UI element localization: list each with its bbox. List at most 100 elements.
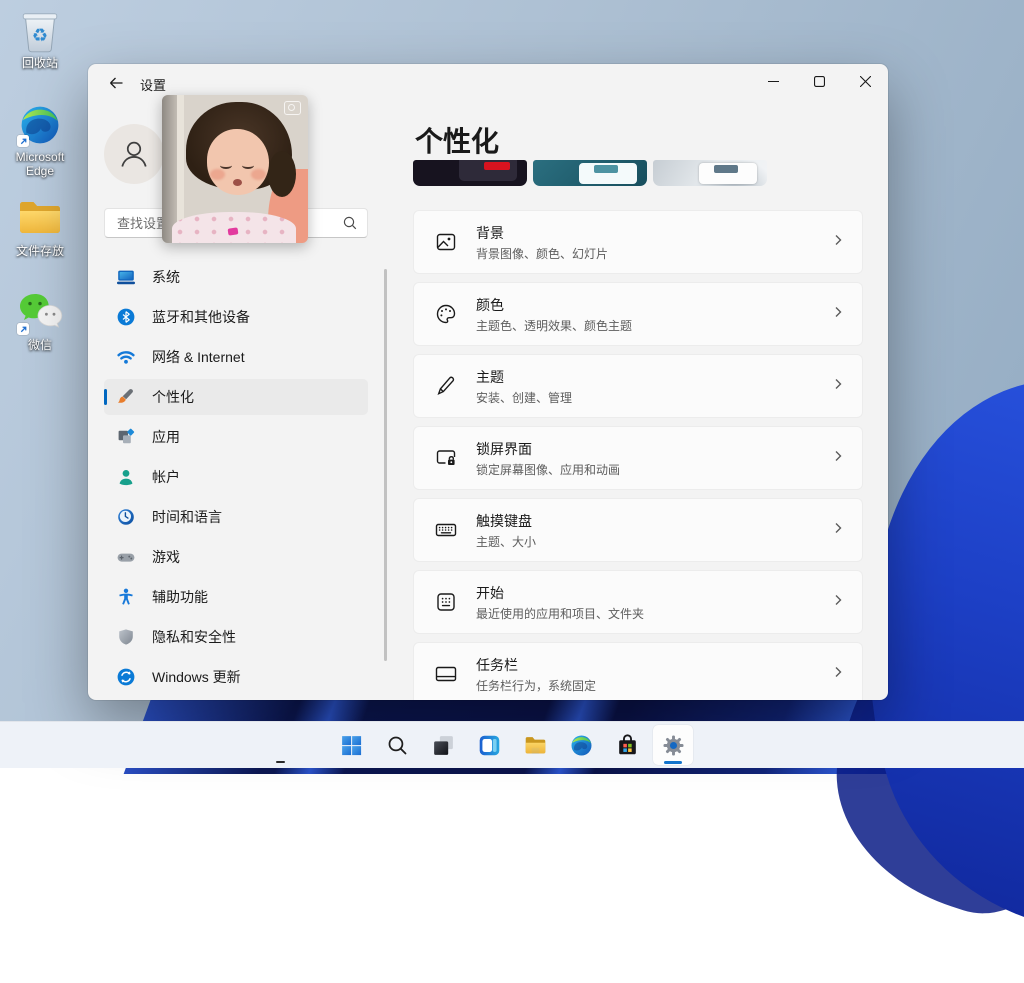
desktop-icon-wechat[interactable]: 微信 bbox=[1, 290, 79, 374]
sidebar-item-label: 隐私和安全性 bbox=[152, 627, 236, 647]
sidebar-item-bluetooth[interactable]: 蓝牙和其他设备 bbox=[104, 299, 368, 335]
row-title: 开始 bbox=[476, 583, 644, 603]
settings-row-taskbar[interactable]: 任务栏任务栏行为，系统固定 bbox=[413, 642, 863, 700]
caption-buttons bbox=[750, 64, 888, 98]
sidebar-item-label: 应用 bbox=[152, 427, 180, 447]
row-title: 颜色 bbox=[476, 295, 632, 315]
row-subtitle: 主题、大小 bbox=[476, 533, 536, 550]
sidebar-item-system[interactable]: 系统 bbox=[104, 259, 368, 295]
sidebar-item-windows-update[interactable]: Windows 更新 bbox=[104, 659, 368, 695]
accounts-icon bbox=[116, 467, 136, 487]
avatar[interactable] bbox=[104, 124, 164, 184]
file-explorer-icon bbox=[523, 733, 548, 758]
sidebar-item-label: 游戏 bbox=[152, 547, 180, 567]
svg-text:♻: ♻ bbox=[32, 26, 48, 47]
row-subtitle: 最近使用的应用和项目、文件夹 bbox=[476, 605, 644, 622]
taskbar bbox=[0, 721, 1024, 768]
row-title: 锁屏界面 bbox=[476, 439, 620, 459]
sidebar-item-network[interactable]: 网络 & Internet bbox=[104, 339, 368, 375]
theme-card-dark[interactable] bbox=[413, 160, 527, 186]
row-title: 主题 bbox=[476, 367, 572, 387]
accessibility-icon bbox=[116, 587, 136, 607]
window-title: 设置 bbox=[140, 75, 166, 94]
taskbar-settings-button[interactable] bbox=[653, 725, 693, 765]
person-icon bbox=[112, 132, 156, 176]
sidebar-item-label: 帐户 bbox=[152, 467, 180, 487]
wechat-icon bbox=[17, 290, 63, 336]
desktop-icon-column: ♻ 回收站 Microsoft Edge 文件存放 微信 bbox=[1, 8, 79, 374]
themes-icon bbox=[434, 374, 458, 398]
minimize-icon bbox=[768, 76, 779, 87]
taskbar-file-explorer-button[interactable] bbox=[515, 725, 555, 765]
taskbar-store-button[interactable] bbox=[607, 725, 647, 765]
floating-photo[interactable] bbox=[162, 95, 308, 243]
bluetooth-icon bbox=[116, 307, 136, 327]
settings-row-background[interactable]: 背景背景图像、颜色、幻灯片 bbox=[413, 210, 863, 274]
theme-card-light[interactable] bbox=[653, 160, 767, 186]
theme-mini-window bbox=[579, 163, 637, 184]
taskbar-widgets-button[interactable] bbox=[469, 725, 509, 765]
desktop-icon-recycle-bin[interactable]: ♻ 回收站 bbox=[1, 8, 79, 92]
apps-icon bbox=[116, 427, 136, 447]
sidebar-item-accessibility[interactable]: 辅助功能 bbox=[104, 579, 368, 615]
chevron-right-icon bbox=[832, 377, 844, 395]
sidebar-item-gaming[interactable]: 游戏 bbox=[104, 539, 368, 575]
chevron-right-icon bbox=[832, 449, 844, 467]
touch-keyboard-icon bbox=[434, 518, 458, 542]
time-language-icon bbox=[116, 507, 136, 527]
stray-mark bbox=[276, 761, 285, 763]
sidebar-item-apps[interactable]: 应用 bbox=[104, 419, 368, 455]
windows-update-icon bbox=[116, 667, 136, 687]
photo-badge-icon bbox=[284, 101, 301, 115]
settings-row-touch-keyboard[interactable]: 触摸键盘主题、大小 bbox=[413, 498, 863, 562]
row-title: 触摸键盘 bbox=[476, 511, 536, 531]
search-icon bbox=[343, 216, 357, 230]
desktop-icon-label: 微信 bbox=[28, 338, 52, 352]
shortcut-arrow-icon bbox=[17, 135, 29, 147]
close-button[interactable] bbox=[842, 64, 888, 98]
sidebar-item-label: 辅助功能 bbox=[152, 587, 208, 607]
taskbar-task-view-button[interactable] bbox=[423, 725, 463, 765]
row-title: 任务栏 bbox=[476, 655, 596, 675]
edge-icon bbox=[17, 102, 63, 148]
close-icon bbox=[860, 76, 871, 87]
chevron-right-icon bbox=[832, 305, 844, 323]
sidebar-item-accounts[interactable]: 帐户 bbox=[104, 459, 368, 495]
sidebar-item-privacy[interactable]: 隐私和安全性 bbox=[104, 619, 368, 655]
back-button[interactable] bbox=[102, 72, 130, 94]
maximize-icon bbox=[814, 76, 825, 87]
row-subtitle: 背景图像、颜色、幻灯片 bbox=[476, 245, 608, 262]
taskbar-search-button[interactable] bbox=[377, 725, 417, 765]
desktop-icon-microsoft-edge[interactable]: Microsoft Edge bbox=[1, 102, 79, 186]
settings-row-start[interactable]: 开始最近使用的应用和项目、文件夹 bbox=[413, 570, 863, 634]
settings-window: 设置 系统 蓝牙和其他设备 网络 & Internet 个性化 应用 bbox=[88, 64, 888, 700]
sidebar-item-label: 时间和语言 bbox=[152, 507, 222, 527]
personalization-icon bbox=[116, 387, 136, 407]
settings-row-lock-screen[interactable]: 锁屏界面锁定屏幕图像、应用和动画 bbox=[413, 426, 863, 490]
windows-start-icon bbox=[339, 733, 364, 758]
chevron-right-icon bbox=[832, 233, 844, 251]
settings-gear-icon bbox=[661, 733, 686, 758]
microsoft-store-icon bbox=[615, 733, 640, 758]
colors-icon bbox=[434, 302, 458, 326]
page-title: 个性化 bbox=[415, 120, 499, 160]
sidebar-item-personalization[interactable]: 个性化 bbox=[104, 379, 368, 415]
theme-card-teal[interactable] bbox=[533, 160, 647, 186]
chevron-right-icon bbox=[832, 593, 844, 611]
settings-row-colors[interactable]: 颜色主题色、透明效果、颜色主题 bbox=[413, 282, 863, 346]
minimize-button[interactable] bbox=[750, 64, 796, 98]
theme-mini-window bbox=[459, 160, 517, 181]
network-icon bbox=[116, 347, 136, 367]
desktop-icon-label: Microsoft Edge bbox=[4, 150, 76, 178]
taskbar-edge-button[interactable] bbox=[561, 725, 601, 765]
sidebar-item-time-language[interactable]: 时间和语言 bbox=[104, 499, 368, 535]
sidebar-scrollbar[interactable] bbox=[384, 269, 387, 661]
desktop-icon-file-folder[interactable]: 文件存放 bbox=[1, 196, 79, 280]
settings-row-themes[interactable]: 主题安装、创建、管理 bbox=[413, 354, 863, 418]
recycle-bin-icon: ♻ bbox=[17, 8, 63, 54]
sidebar-item-label: 蓝牙和其他设备 bbox=[152, 307, 250, 327]
taskbar-start-button[interactable] bbox=[331, 725, 371, 765]
shortcut-arrow-icon bbox=[17, 323, 29, 335]
maximize-button[interactable] bbox=[796, 64, 842, 98]
folder-icon bbox=[17, 196, 63, 242]
